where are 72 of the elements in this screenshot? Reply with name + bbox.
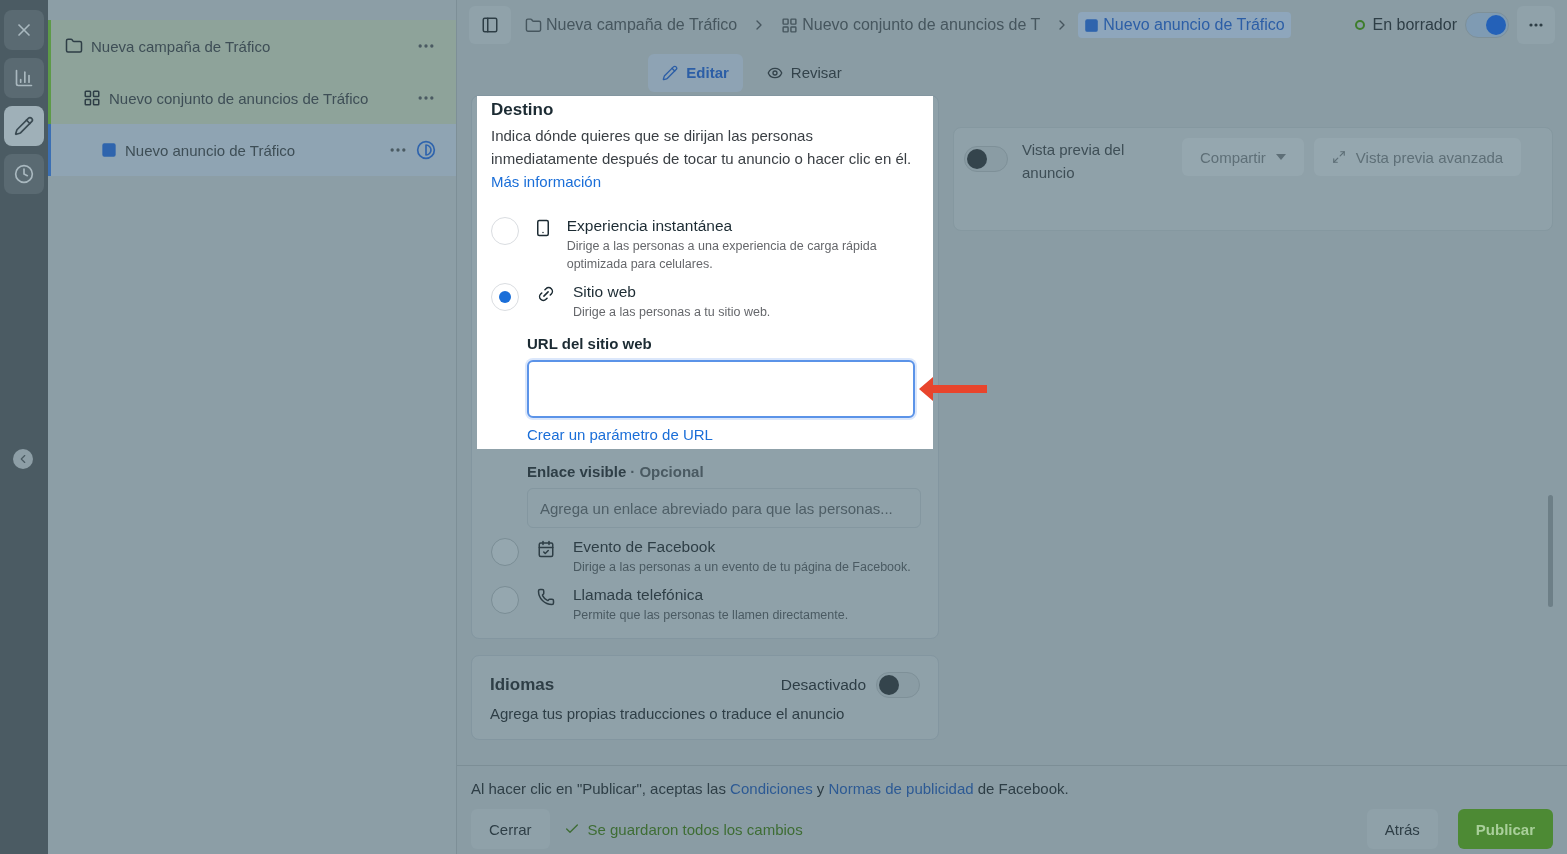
rail-button[interactable]	[4, 58, 44, 98]
calendar-icon	[537, 540, 555, 558]
share-button[interactable]: Compartir	[1182, 138, 1304, 176]
panel-toggle-button[interactable]	[469, 6, 511, 44]
more-icon	[1529, 23, 1543, 27]
panel-icon	[481, 16, 499, 34]
breadcrumb-item[interactable]: Nuevo anuncio de Tráfico	[1078, 12, 1291, 38]
terms-text: Al hacer clic en "Publicar", aceptas las Condiciones y Normas de publicidad de Facebook.	[471, 780, 1070, 797]
option-description: Dirige a las personas a un evento de tu página de Facebook.	[573, 559, 911, 576]
tree-item-label: Nuevo anuncio de Tráfico	[125, 141, 297, 159]
option-title: Evento de Facebook	[573, 538, 717, 556]
more-button[interactable]	[1517, 6, 1555, 44]
section-description: Agrega tus propias traducciones o traduce el anuncio	[489, 704, 846, 724]
half-circle-icon	[416, 140, 436, 160]
preview-toggle[interactable]	[964, 146, 1008, 172]
pointer-arrow	[919, 375, 989, 403]
status-label: En borrador	[1354, 16, 1457, 34]
mode-tab[interactable]: Revisar	[752, 53, 856, 92]
toggle-label: Desactivado	[780, 676, 866, 694]
field-label: Enlace visible	[527, 463, 627, 480]
back-button[interactable]: Atrás	[1366, 809, 1438, 849]
option-description: Dirige a las personas a tu sitio web.	[573, 304, 771, 321]
section-title: Destino	[491, 100, 555, 120]
folder-icon	[65, 37, 83, 55]
advanced-preview-button[interactable]: Vista previa avanzada	[1313, 138, 1522, 176]
optional-label: · Opcional	[630, 463, 704, 480]
option-title: Llamada telefónica	[573, 586, 705, 604]
tree-item[interactable]: Nueva campaña de Tráfico	[48, 20, 456, 72]
tree-item[interactable]: Nuevo conjunto de anuncios de Tráfico	[48, 72, 456, 124]
field-label: URL del sitio web	[527, 335, 653, 352]
breadcrumb-item[interactable]: Nueva campaña de Tráfico	[519, 12, 744, 38]
radio-button[interactable]	[491, 586, 519, 614]
publish-button[interactable]: Publicar	[1457, 809, 1553, 849]
languages-toggle[interactable]	[876, 672, 920, 698]
url-parameter-link[interactable]: Crear un parámetro de URL	[527, 426, 915, 443]
rail-button[interactable]	[4, 10, 44, 50]
option-description: Dirige a las personas a una experiencia de carga rápida optimizada para celulares.	[566, 238, 878, 273]
tree-item-label: Nueva campaña de Tráfico	[91, 37, 272, 55]
more-info-link[interactable]: Más información	[491, 173, 602, 190]
url-input-field[interactable]	[527, 360, 915, 418]
option-title: Experiencia instantánea	[566, 217, 734, 235]
grid-icon	[781, 16, 799, 34]
rail-button[interactable]	[4, 154, 44, 194]
preview-label: Vista previa del anuncio	[1022, 140, 1126, 183]
phone-icon	[537, 588, 555, 606]
folder-icon	[525, 16, 542, 34]
option-title: Sitio web	[573, 283, 637, 301]
saved-status: Se guardaron todos los cambios	[563, 820, 803, 838]
status-toggle[interactable]	[1465, 12, 1509, 38]
display-link-field[interactable]: Agrega un enlace abreviado para que las personas...	[527, 488, 921, 528]
expand-icon	[1331, 150, 1346, 164]
close-button[interactable]: Cerrar	[471, 809, 550, 849]
grid-icon	[83, 89, 101, 107]
terms-link[interactable]: Condiciones	[730, 780, 813, 797]
breadcrumb-item[interactable]: Nuevo conjunto de anuncios de T	[775, 12, 1047, 38]
pencil-icon	[14, 116, 34, 136]
collapse-button[interactable]	[13, 449, 33, 469]
rail-button[interactable]	[4, 106, 44, 146]
section-title: Idiomas	[490, 675, 556, 695]
clock-icon	[14, 164, 34, 184]
section-description: Indica dónde quieres que se dirijan las personas inmediatamente después de tocar tu anuncio o hacer clic en él. Más información	[491, 126, 913, 192]
radio-button[interactable]	[491, 538, 519, 566]
ad-policy-link[interactable]: Normas de publicidad	[828, 780, 974, 797]
square-icon	[1084, 17, 1100, 33]
square-icon	[101, 142, 117, 158]
scrollbar[interactable]	[1548, 495, 1553, 607]
bar-chart-icon	[14, 68, 34, 88]
tree-item[interactable]: Nuevo anuncio de Tráfico	[48, 124, 456, 176]
pencil-icon	[662, 64, 679, 81]
tree-item-label: Nuevo conjunto de anuncios de Tráfico	[109, 89, 370, 107]
option-description: Permite que las personas te llamen directamente.	[573, 607, 849, 624]
mode-tab[interactable]: Editar	[648, 53, 743, 92]
